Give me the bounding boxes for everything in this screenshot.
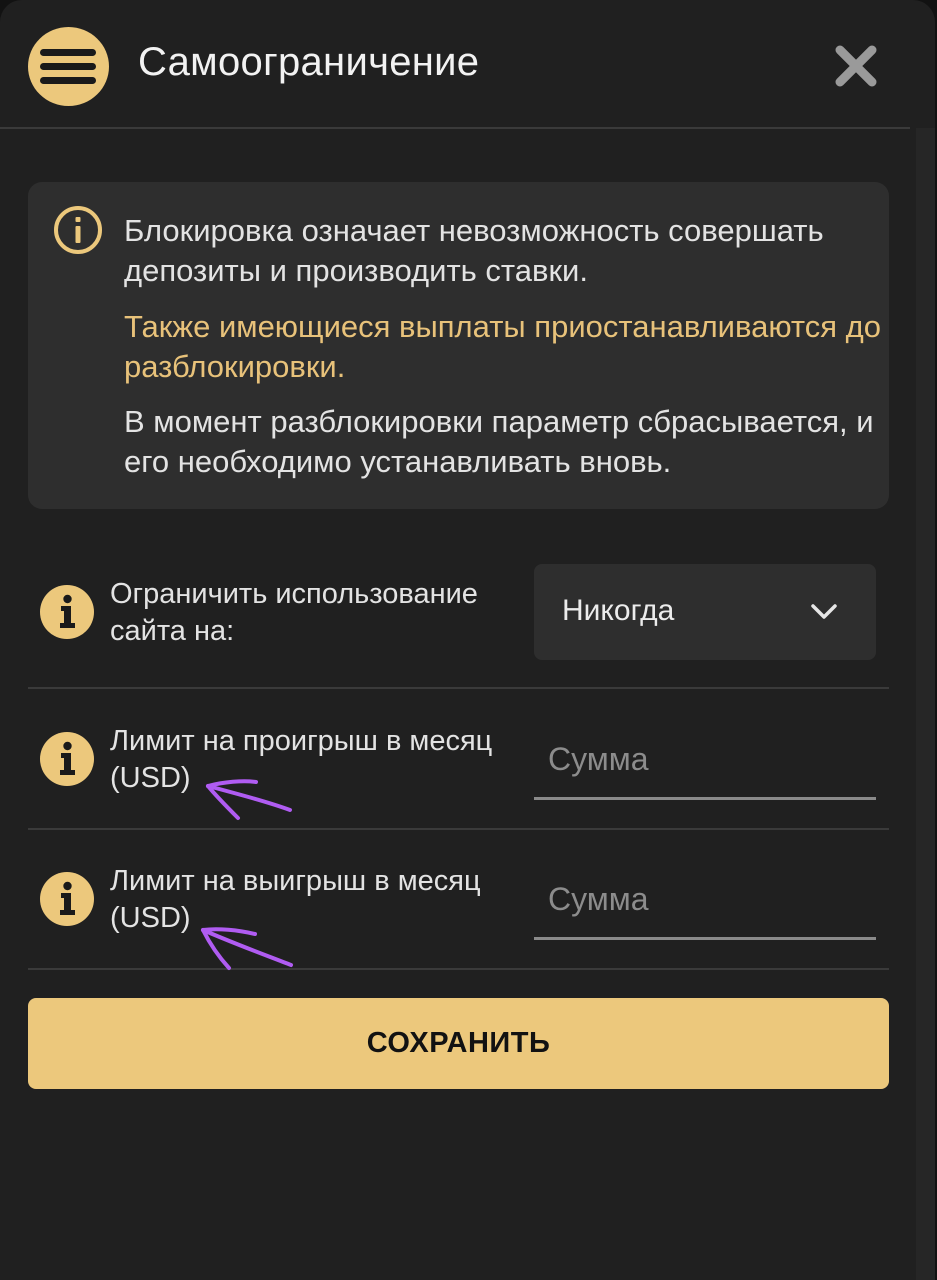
save-button-label: СОХРАНИТЬ <box>366 1027 551 1059</box>
info-icon[interactable] <box>40 872 94 926</box>
notice-text-payouts: Также имеющиеся выплаты приостанавливают… <box>124 309 882 384</box>
restrict-usage-label: Ограничить использование сайта на: <box>110 578 478 647</box>
close-icon <box>835 45 877 87</box>
info-icon[interactable] <box>40 732 94 786</box>
info-circle-icon <box>54 206 102 254</box>
self-limitation-panel: Самоограничение Блокировка означает нево… <box>0 0 935 1280</box>
annotation-arrow-icon <box>206 779 292 820</box>
loss-limit-label: Лимит на проигрыш в месяц (USD) <box>110 725 493 794</box>
info-icon[interactable] <box>40 585 94 639</box>
menu-button[interactable] <box>28 27 109 106</box>
divider <box>28 968 889 970</box>
scrollbar[interactable] <box>916 128 935 1280</box>
header: Самоограничение <box>0 0 910 129</box>
close-button[interactable] <box>832 42 880 90</box>
select-value: Никогда <box>562 594 675 627</box>
page-title: Самоограничение <box>138 40 480 84</box>
divider <box>28 687 889 689</box>
win-limit-label: Лимит на выигрыш в месяц (USD) <box>110 865 481 934</box>
chevron-down-icon <box>811 604 837 619</box>
notice-text-reset: В момент разблокировки параметр сбрасыва… <box>124 404 874 479</box>
divider <box>28 828 889 830</box>
restrict-period-select[interactable]: Никогда <box>534 564 876 660</box>
notice-box: Блокировка означает невозможность соверш… <box>28 182 889 509</box>
win-limit-input[interactable]: Сумма <box>534 869 876 940</box>
notice-text-blocking: Блокировка означает невозможность соверш… <box>124 213 824 288</box>
save-button[interactable]: СОХРАНИТЬ <box>28 998 889 1089</box>
win-limit-placeholder: Сумма <box>548 881 649 917</box>
loss-limit-placeholder: Сумма <box>548 741 649 777</box>
loss-limit-input[interactable]: Сумма <box>534 729 876 800</box>
annotation-arrow-icon <box>201 927 293 970</box>
